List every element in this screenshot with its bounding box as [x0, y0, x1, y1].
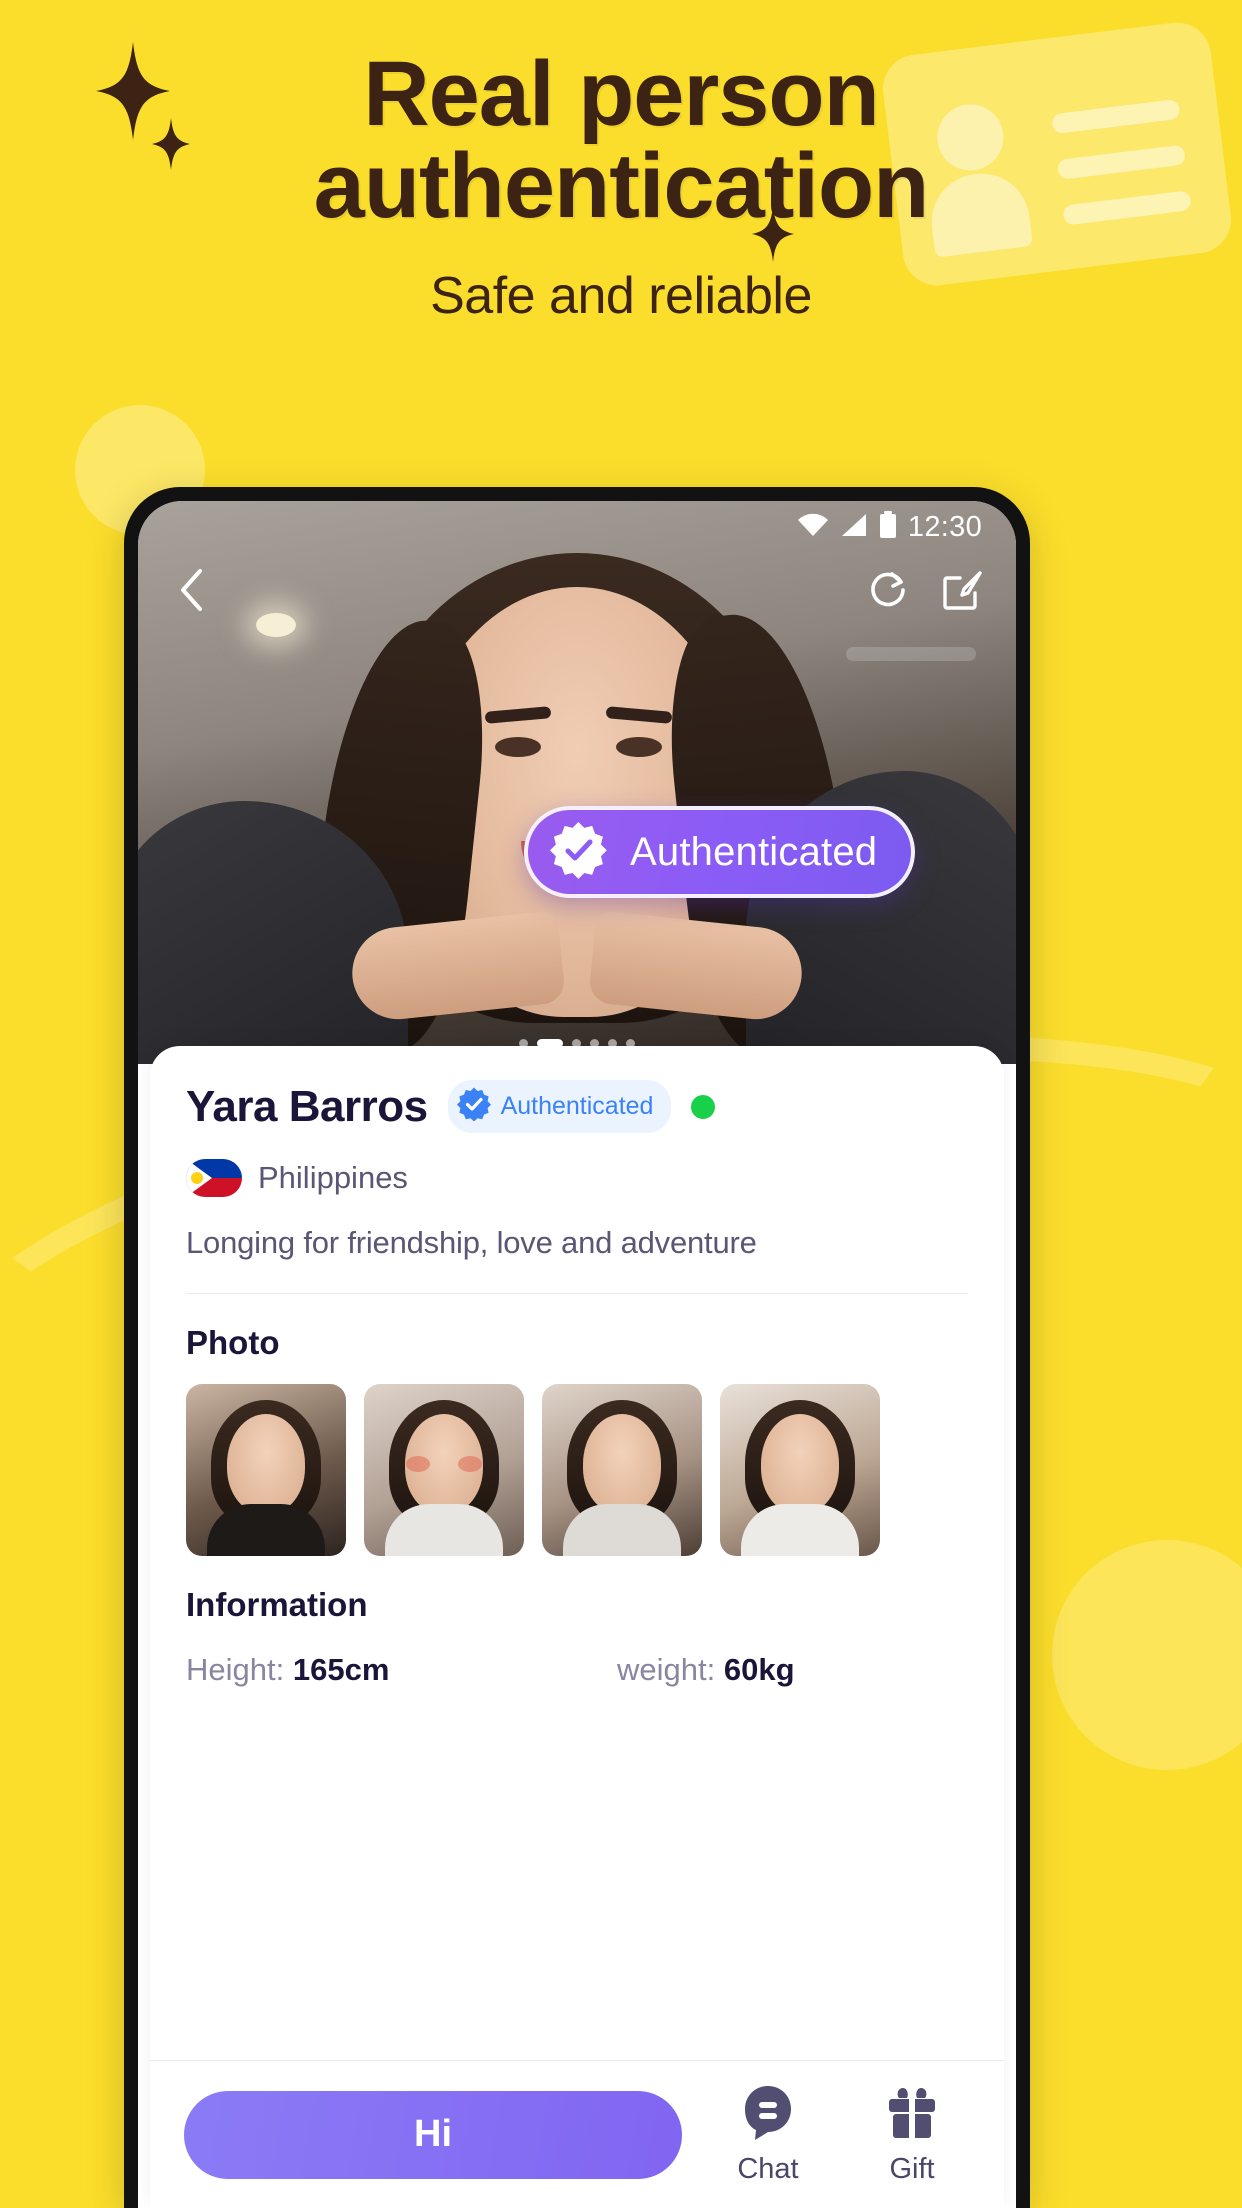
carousel-dot-active[interactable] [537, 1039, 563, 1048]
authenticated-floating-badge[interactable]: Authenticated [524, 806, 916, 898]
promo-header: Real person authentication Safe and reli… [0, 0, 1242, 326]
page-title-line-2: authentication [313, 135, 930, 237]
authenticated-chip-label: Authenticated [500, 1092, 654, 1120]
hero-eye-right [616, 737, 662, 757]
carousel-dot[interactable] [519, 1039, 528, 1048]
info-weight-value: 60kg [723, 1652, 795, 1687]
carousel-dot[interactable] [608, 1039, 617, 1048]
online-status-indicator [691, 1094, 716, 1119]
edit-icon [942, 569, 984, 616]
information-section-title: Information [186, 1586, 368, 1623]
authenticated-chip[interactable]: Authenticated [447, 1080, 672, 1133]
back-button[interactable] [168, 568, 214, 617]
profile-hero-photo[interactable]: 12:30 Authenticated [138, 501, 1016, 1064]
info-weight: weight: 60kg [537, 1652, 968, 1688]
bottom-action-bar: Hi Chat Gift [150, 2060, 1004, 2208]
carousel-dots[interactable] [519, 1039, 635, 1048]
chat-bubble-icon [741, 2084, 795, 2145]
photo-gallery [186, 1384, 968, 1556]
say-hi-button[interactable]: Hi [184, 2090, 682, 2179]
philippines-flag-icon [186, 1159, 242, 1197]
photo-section-title: Photo [186, 1324, 280, 1361]
profile-name-row: Yara Barros Authenticated [186, 1080, 968, 1133]
verified-starburst-icon [550, 821, 608, 884]
section-divider [186, 1293, 968, 1294]
phone-screen: 12:30 Authenticated Yara Barros Authenti… [138, 501, 1016, 2208]
country-row: Philippines [186, 1159, 968, 1197]
hero-background-shelf [846, 647, 976, 661]
info-height: Height: 165cm [186, 1652, 537, 1688]
country-label: Philippines [258, 1160, 408, 1195]
verified-badge-icon [456, 1087, 491, 1126]
phone-mockup: 12:30 Authenticated Yara Barros Authenti… [124, 487, 1030, 2208]
page-title-line-1: Real person [363, 43, 880, 145]
profile-card: Yara Barros Authenticated Philippines Lo… [150, 1046, 1004, 2208]
profile-bio: Longing for friendship, love and adventu… [186, 1225, 757, 1260]
edit-button[interactable] [940, 569, 986, 615]
gift-icon [885, 2084, 939, 2145]
information-row: Height: 165cm weight: 60kg [186, 1652, 968, 1688]
authenticated-floating-label: Authenticated [630, 829, 878, 874]
carousel-dot[interactable] [572, 1039, 581, 1048]
profile-name: Yara Barros [186, 1081, 428, 1131]
chevron-left-icon [178, 568, 204, 617]
gift-action[interactable]: Gift [854, 2084, 970, 2186]
top-nav-actions [866, 569, 986, 615]
page-subtitle: Safe and reliable [430, 267, 812, 325]
carousel-dot[interactable] [626, 1039, 635, 1048]
refresh-button[interactable] [866, 569, 912, 615]
wifi-icon [797, 513, 829, 542]
chat-action[interactable]: Chat [710, 2084, 826, 2186]
chat-action-label: Chat [737, 2152, 799, 2185]
info-height-value: 165cm [292, 1652, 390, 1687]
gift-action-label: Gift [889, 2152, 935, 2185]
top-navigation-bar [138, 557, 1016, 627]
page-title: Real person authentication [0, 0, 1242, 232]
photo-thumbnail[interactable] [720, 1384, 880, 1556]
info-height-label: Height: [186, 1652, 285, 1687]
photo-thumbnail[interactable] [186, 1384, 346, 1556]
status-bar-time: 12:30 [907, 510, 982, 543]
hero-eye-left [495, 737, 541, 757]
carousel-dot[interactable] [590, 1039, 599, 1048]
photo-thumbnail[interactable] [364, 1384, 524, 1556]
refresh-icon [867, 568, 911, 617]
status-bar: 12:30 [138, 501, 1016, 553]
battery-icon [879, 510, 897, 544]
photo-thumbnail[interactable] [542, 1384, 702, 1556]
cellular-signal-icon [840, 513, 868, 542]
info-weight-label: weight: [617, 1652, 716, 1687]
